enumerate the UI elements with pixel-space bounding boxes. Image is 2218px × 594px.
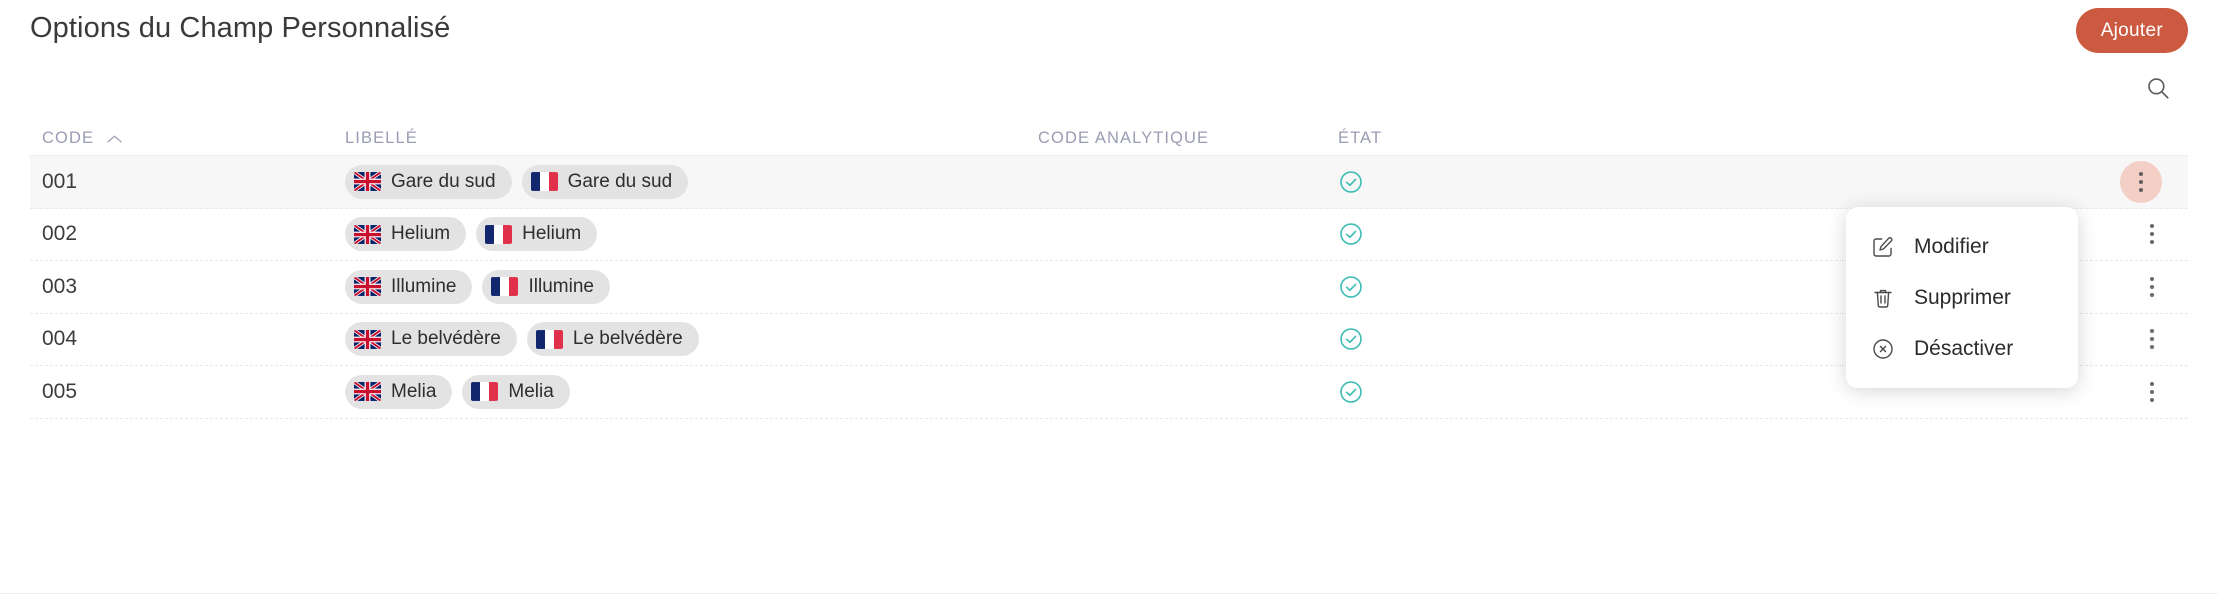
label-chip-text: Le belvédère bbox=[391, 328, 501, 350]
label-chip-text: Illumine bbox=[528, 275, 594, 297]
kebab-dot bbox=[2150, 232, 2154, 237]
kebab-dot bbox=[2150, 284, 2154, 289]
cell-etat bbox=[1338, 326, 1508, 352]
column-header-libelle[interactable]: LIBELLÉ bbox=[345, 129, 1038, 148]
kebab-dot bbox=[2139, 171, 2143, 176]
menu-item-modifier[interactable]: Modifier bbox=[1846, 221, 2078, 272]
trash-icon bbox=[1870, 285, 1896, 311]
flag-fr-icon bbox=[531, 172, 558, 191]
flag-fr-icon bbox=[485, 225, 512, 244]
label-chip: Le belvédère bbox=[345, 322, 517, 357]
label-chip: Melia bbox=[345, 374, 453, 409]
edit-pencil-icon bbox=[1870, 234, 1896, 260]
table-header-row: CODE LIBELLÉ CODE ANALYTIQUE ÉTAT bbox=[30, 118, 2188, 156]
label-chip-text: Melia bbox=[391, 380, 437, 402]
circle-x-icon bbox=[1870, 336, 1896, 362]
column-header-code-label: CODE bbox=[42, 129, 95, 147]
cell-code: 005 bbox=[42, 379, 78, 403]
kebab-dot bbox=[2150, 224, 2154, 229]
cell-libelle: Le belvédère Le belvédère bbox=[345, 322, 1038, 357]
flag-uk-icon bbox=[354, 225, 381, 244]
label-chip-text: Helium bbox=[522, 223, 582, 245]
menu-item-label: Désactiver bbox=[1914, 336, 2014, 360]
cell-libelle: Helium Helium bbox=[345, 217, 1038, 252]
kebab-dot bbox=[2139, 179, 2143, 184]
kebab-dot bbox=[2150, 292, 2154, 297]
label-chip: Gare du sud bbox=[521, 164, 689, 199]
cell-libelle: Gare du sud Gare du sud bbox=[345, 164, 1038, 199]
kebab-dot bbox=[2150, 337, 2154, 342]
cell-libelle: Illumine Illumine bbox=[345, 269, 1038, 304]
column-header-etat[interactable]: ÉTAT bbox=[1338, 129, 1508, 148]
label-chip: Illumine bbox=[482, 269, 610, 304]
label-chip-text: Helium bbox=[391, 223, 451, 245]
cell-code: 001 bbox=[42, 169, 78, 193]
cell-etat bbox=[1338, 379, 1508, 405]
kebab-dot bbox=[2150, 329, 2154, 334]
status-active-check-icon bbox=[1338, 274, 1364, 300]
menu-item-label: Modifier bbox=[1914, 234, 1989, 258]
label-chip: Illumine bbox=[345, 269, 473, 304]
label-chip: Helium bbox=[345, 217, 467, 252]
flag-uk-icon bbox=[354, 172, 381, 191]
table-row[interactable]: 001 Gare du sud Gare du sud bbox=[30, 156, 2188, 209]
flag-fr-icon bbox=[536, 330, 563, 349]
cell-etat bbox=[1338, 221, 1508, 247]
cell-libelle: Melia Melia bbox=[345, 374, 1038, 409]
menu-item-supprimer[interactable]: Supprimer bbox=[1846, 272, 2078, 323]
chevron-up-icon bbox=[107, 134, 122, 144]
kebab-dot bbox=[2150, 345, 2154, 350]
menu-item-desactiver[interactable]: Désactiver bbox=[1846, 323, 2078, 374]
label-chip-text: Illumine bbox=[391, 275, 457, 297]
row-actions-kebab-button[interactable] bbox=[2142, 375, 2162, 409]
label-chip-text: Melia bbox=[508, 380, 554, 402]
label-chip-text: Le belvédère bbox=[572, 328, 683, 350]
column-header-code[interactable]: CODE bbox=[30, 129, 345, 148]
row-actions-kebab-button[interactable] bbox=[2142, 270, 2162, 304]
kebab-dot bbox=[2150, 276, 2154, 281]
label-chip: Le belvédère bbox=[526, 322, 699, 357]
label-chip: Gare du sud bbox=[345, 164, 512, 199]
status-active-check-icon bbox=[1338, 326, 1364, 352]
label-chip: Melia bbox=[462, 374, 570, 409]
label-chip: Helium bbox=[476, 217, 598, 252]
cell-etat bbox=[1338, 169, 1508, 195]
flag-uk-icon bbox=[354, 330, 381, 349]
status-active-check-icon bbox=[1338, 169, 1364, 195]
flag-uk-icon bbox=[354, 277, 381, 296]
search-icon[interactable] bbox=[2140, 70, 2176, 106]
cell-etat bbox=[1338, 274, 1508, 300]
custom-field-options-page: Options du Champ Personnalisé Ajouter CO… bbox=[0, 0, 2218, 594]
label-chip-text: Gare du sud bbox=[567, 170, 673, 192]
kebab-dot bbox=[2150, 389, 2154, 394]
search-bar bbox=[2128, 66, 2188, 110]
cell-code: 002 bbox=[42, 222, 78, 246]
cell-code: 004 bbox=[42, 327, 78, 351]
cell-code: 003 bbox=[42, 274, 78, 298]
flag-uk-icon bbox=[354, 382, 381, 401]
cell-actions bbox=[1508, 160, 2188, 203]
column-header-code-analytique[interactable]: CODE ANALYTIQUE bbox=[1038, 129, 1338, 148]
add-button[interactable]: Ajouter bbox=[2075, 8, 2188, 53]
kebab-dot bbox=[2139, 187, 2143, 192]
page-title: Options du Champ Personnalisé bbox=[30, 12, 451, 44]
kebab-dot bbox=[2150, 240, 2154, 245]
row-actions-kebab-button[interactable] bbox=[2120, 160, 2162, 203]
label-chip-text: Gare du sud bbox=[391, 170, 496, 192]
flag-fr-icon bbox=[491, 277, 518, 296]
row-context-menu: Modifier Supprimer Désactiver bbox=[1846, 207, 2078, 388]
flag-fr-icon bbox=[471, 382, 498, 401]
row-actions-kebab-button[interactable] bbox=[2142, 217, 2162, 251]
status-active-check-icon bbox=[1338, 221, 1364, 247]
menu-item-label: Supprimer bbox=[1914, 285, 2011, 309]
kebab-dot bbox=[2150, 381, 2154, 386]
status-active-check-icon bbox=[1338, 379, 1364, 405]
kebab-dot bbox=[2150, 397, 2154, 402]
row-actions-kebab-button[interactable] bbox=[2142, 322, 2162, 356]
page-header: Options du Champ Personnalisé Ajouter bbox=[0, 0, 2218, 62]
